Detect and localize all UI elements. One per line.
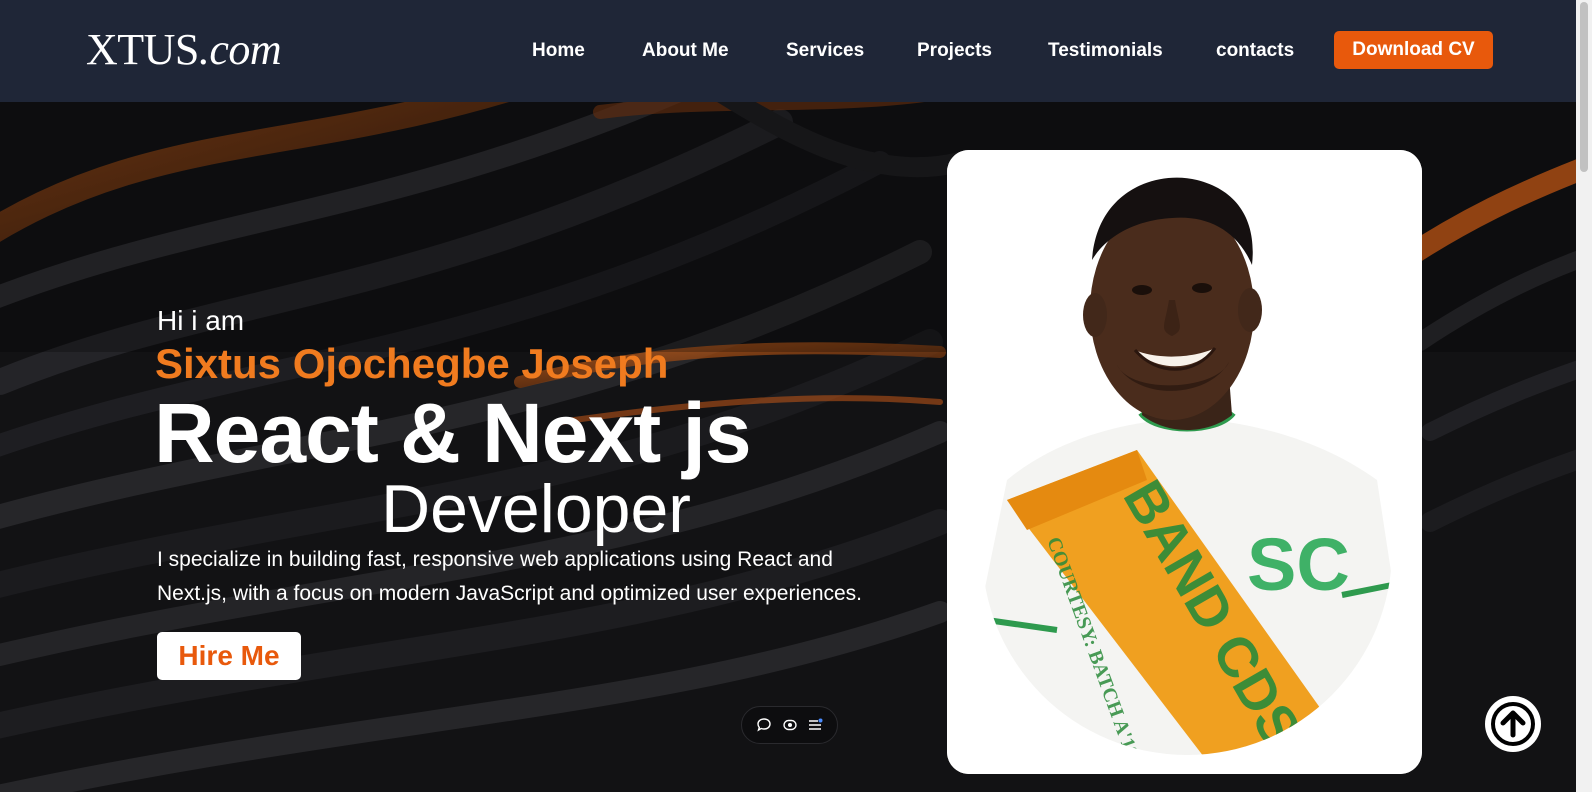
chat-icon[interactable]	[754, 715, 774, 735]
hero-role-subtitle: Developer	[381, 471, 691, 547]
scroll-to-top-button[interactable]	[1485, 696, 1541, 752]
nav-link-services[interactable]: Services	[786, 40, 864, 62]
hire-me-button[interactable]: Hire Me	[157, 632, 301, 680]
hero-role-title: React & Next js	[154, 386, 752, 480]
nav-link-about[interactable]: About Me	[642, 40, 729, 62]
profile-photo: SC BAND CDS COURTESY: BATCH A'19	[947, 150, 1422, 774]
arrow-up-icon	[1491, 702, 1535, 746]
menu-icon[interactable]	[805, 715, 825, 735]
hero-section: Hi i am Sixtus Ojochegbe Joseph React & …	[0, 102, 1576, 792]
nav-link-projects[interactable]: Projects	[917, 40, 992, 62]
nav-link-home[interactable]: Home	[532, 40, 585, 62]
scrollbar-thumb[interactable]	[1580, 2, 1588, 172]
profile-photo-card: SC BAND CDS COURTESY: BATCH A'19	[947, 150, 1422, 774]
nav-link-contacts[interactable]: contacts	[1216, 40, 1294, 62]
hero-bio: I specialize in building fast, responsiv…	[157, 548, 863, 605]
floating-toolbar	[741, 706, 838, 744]
logo-main: XTUS	[86, 25, 199, 74]
navbar: XTUS.com Home About Me Services Projects…	[0, 0, 1576, 102]
page-scrollbar[interactable]	[1576, 0, 1592, 792]
download-cv-button[interactable]: Download CV	[1334, 31, 1493, 69]
hero-greeting: Hi i am	[157, 305, 245, 336]
view-icon[interactable]	[780, 715, 800, 735]
logo-suffix: .com	[198, 25, 282, 74]
nav-link-testimonials[interactable]: Testimonials	[1048, 40, 1163, 62]
hero-name: Sixtus Ojochegbe Joseph	[155, 340, 669, 387]
shirt-text: SC	[1247, 523, 1350, 606]
site-logo[interactable]: XTUS.com	[86, 24, 282, 75]
